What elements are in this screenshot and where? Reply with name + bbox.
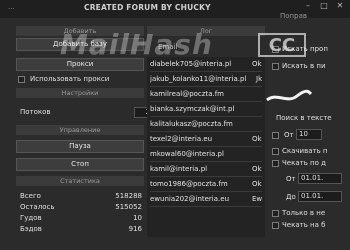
email-cell: diabelek705@interia.pl — [150, 60, 232, 68]
search-letters-checkbox[interactable] — [272, 63, 279, 70]
section-settings: Настройки — [16, 88, 144, 98]
help-label: Поправ — [280, 12, 307, 20]
check-by-date-checkbox[interactable] — [272, 160, 279, 167]
watermark-text: MailHash — [60, 28, 213, 61]
section-stats: Статистика — [16, 176, 144, 186]
check-last-label: Чекать на б — [282, 221, 326, 229]
stat-value: 916 — [128, 225, 142, 233]
search-letters-label: Искать в пи — [282, 62, 326, 70]
list-item[interactable]: bianka.szymczak@int.pl — [150, 102, 262, 117]
stat-value: 10 — [133, 214, 142, 222]
list-item[interactable]: mkowal60@interia.pl — [150, 147, 262, 162]
stat-row: Бэдов 916 — [20, 225, 142, 235]
email-cell: texel2@interia.eu — [150, 135, 213, 143]
stat-label: Бэдов — [20, 225, 42, 233]
email-cell: ewunia202@interia.eu — [150, 195, 230, 203]
stat-label: Гудов — [20, 214, 42, 222]
section-control: Управление — [16, 125, 144, 135]
from-input[interactable]: 10 — [296, 129, 322, 140]
stat-value: 515052 — [115, 203, 142, 211]
date-to-input[interactable]: 01.01. — [298, 191, 342, 202]
list-item[interactable]: texel2@interia.eu Ok — [150, 132, 262, 147]
status-cell: Ew — [252, 195, 262, 203]
email-cell: kamilreal@poczta.fm — [150, 90, 224, 98]
from-label: От — [284, 131, 294, 139]
email-cell: kamil@interia.pl — [150, 165, 208, 173]
use-proxies-label: Использовать прокси — [30, 75, 110, 83]
date-from-input[interactable]: 01.01. — [298, 173, 342, 184]
email-cell: jakub_kolanko11@interia.pl — [150, 75, 247, 83]
cc-badge: CC — [258, 33, 306, 57]
list-item[interactable]: ewunia202@interia.eu Ew — [150, 192, 262, 207]
stats-panel: Всего 518288 Осталось 515052 Гудов 10 Бэ… — [20, 192, 142, 238]
list-item[interactable]: kamilreal@poczta.fm — [150, 87, 262, 102]
scribble-mark — [266, 89, 313, 102]
list-item[interactable]: kalitalukasz@poczta.fm — [150, 117, 262, 132]
stat-label: Осталось — [20, 203, 55, 211]
only-new-label: Только в не — [282, 209, 326, 217]
date-from-label: От — [286, 175, 296, 183]
email-cell: mkowal60@interia.pl — [150, 150, 224, 158]
stop-button[interactable]: Стоп — [16, 158, 144, 171]
search-text-label: Поиск в тексте — [276, 114, 332, 122]
status-cell: Ok — [252, 165, 262, 173]
maximize-button[interactable]: □ — [316, 0, 332, 12]
status-cell: Ok — [252, 135, 262, 143]
status-cell: Ok — [252, 60, 262, 68]
minimize-button[interactable]: – — [300, 0, 316, 12]
from-checkbox[interactable] — [272, 132, 279, 139]
date-to-label: До — [286, 193, 296, 201]
download-checkbox[interactable] — [272, 148, 279, 155]
pause-button[interactable]: Пауза — [16, 140, 144, 153]
threads-label: Потоков — [20, 108, 51, 116]
use-proxies-checkbox[interactable] — [18, 76, 25, 83]
download-label: Скачивать п — [282, 147, 328, 155]
stat-row: Гудов 10 — [20, 214, 142, 224]
check-last-checkbox[interactable] — [272, 222, 279, 229]
stat-row: Осталось 515052 — [20, 203, 142, 213]
stat-row: Всего 518288 — [20, 192, 142, 202]
only-new-checkbox[interactable] — [272, 210, 279, 217]
list-item[interactable]: jakub_kolanko11@interia.pl Jk — [150, 72, 262, 87]
status-cell: Jk — [256, 75, 262, 83]
check-by-date-label: Чекать по д — [282, 159, 326, 167]
list-item[interactable]: tomo1986@poczta.fm Ok — [150, 177, 262, 192]
stat-label: Всего — [20, 192, 41, 200]
stat-value: 518288 — [115, 192, 142, 200]
log-list[interactable]: diabelek705@interia.pl Ok jakub_kolanko11… — [147, 57, 265, 237]
forum-banner: CREATED FORUM BY CHUCKY — [84, 3, 211, 12]
list-item[interactable]: kamil@interia.pl Ok — [150, 162, 262, 177]
close-button[interactable]: ✕ — [332, 0, 348, 12]
app-title: ... — [8, 3, 15, 11]
email-cell: kalitalukasz@poczta.fm — [150, 120, 233, 128]
email-cell: tomo1986@poczta.fm — [150, 180, 228, 188]
status-cell: Ok — [252, 180, 262, 188]
email-cell: bianka.szymczak@int.pl — [150, 105, 235, 113]
